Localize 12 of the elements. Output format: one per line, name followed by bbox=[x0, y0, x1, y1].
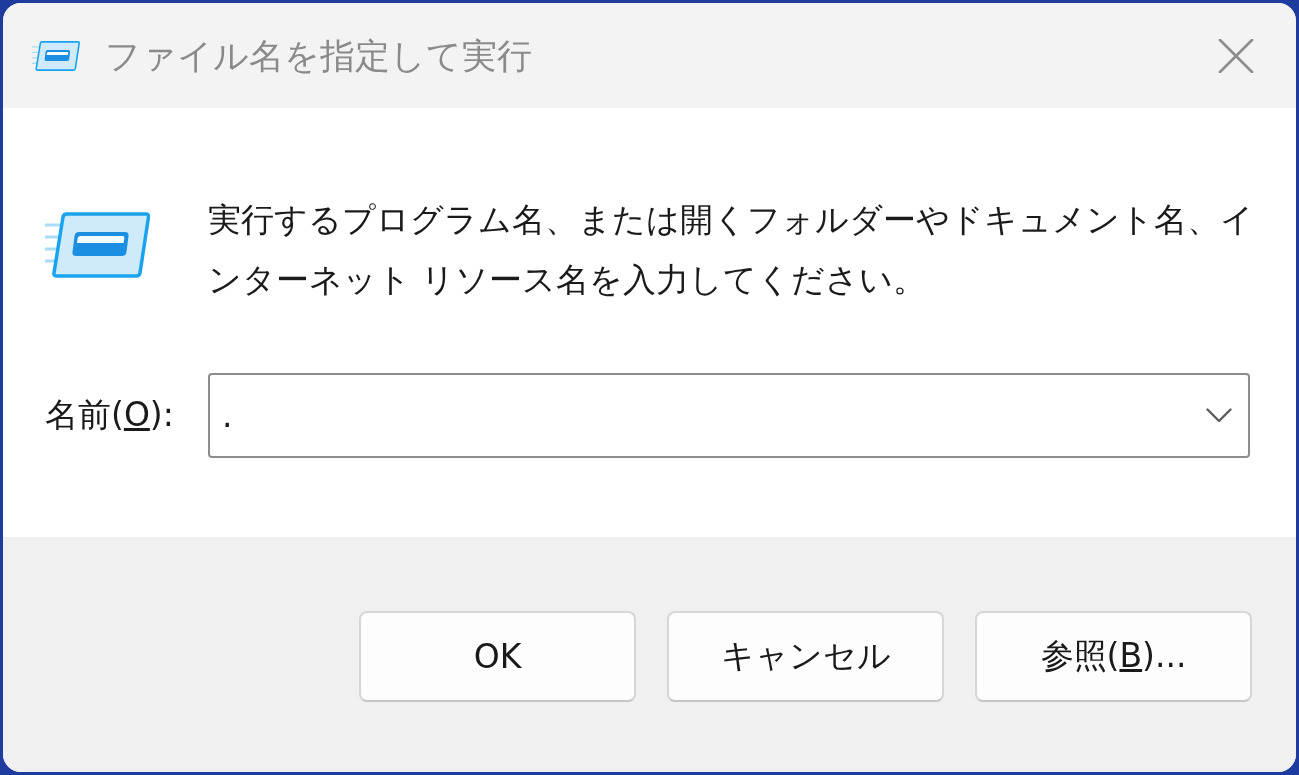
name-label: 名前(O): bbox=[45, 394, 175, 436]
close-button[interactable] bbox=[1218, 38, 1254, 73]
name-combo-box[interactable]: . bbox=[208, 373, 1250, 458]
ok-button[interactable]: OK bbox=[359, 611, 636, 702]
instruction-text: 実行するプログラム名、または開くフォルダーやドキュメント名、インターネット リソース名を入力してください。 bbox=[208, 199, 1255, 301]
close-icon bbox=[1218, 38, 1254, 73]
cancel-button[interactable]: キャンセル bbox=[667, 611, 944, 702]
chevron-down-icon[interactable] bbox=[1206, 408, 1232, 423]
window-icon bbox=[32, 40, 80, 71]
window-icon bbox=[45, 212, 150, 278]
window-title: ファイル名を指定して実行 bbox=[105, 34, 532, 77]
browse-button[interactable]: 参照(B)... bbox=[975, 611, 1252, 702]
